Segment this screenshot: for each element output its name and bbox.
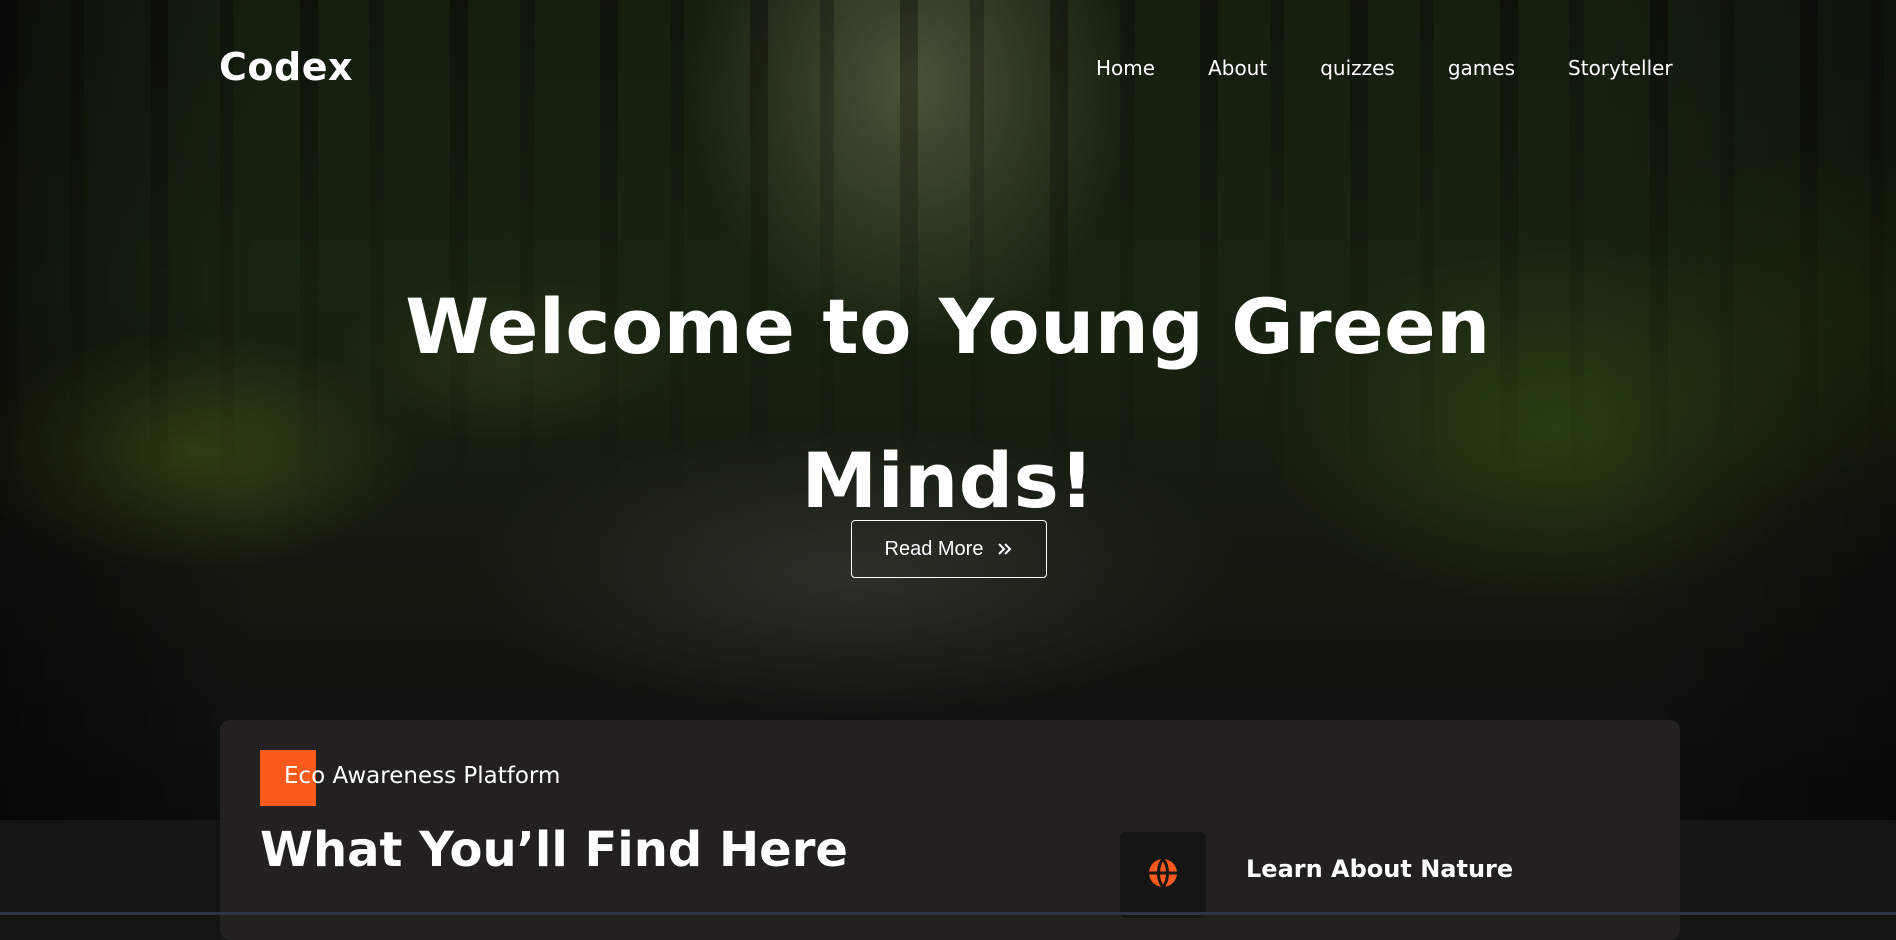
nav-about[interactable]: About	[1208, 56, 1267, 80]
section-title: What You’ll Find Here	[260, 822, 848, 878]
main-nav: Home About quizzes games Storyteller	[1096, 56, 1673, 80]
section-tag-label: Eco Awareness Platform	[284, 763, 561, 789]
section-tag: Eco Awareness Platform	[260, 750, 560, 806]
feature-icon-box	[1120, 832, 1206, 918]
hero-title: Welcome to Young Green Minds!	[405, 282, 1491, 525]
nav-quizzes[interactable]: quizzes	[1320, 56, 1395, 80]
site-logo[interactable]: Codex	[219, 45, 353, 89]
feature-item[interactable]: Learn About Nature	[1120, 832, 1513, 918]
nav-home[interactable]: Home	[1096, 56, 1155, 80]
feature-label: Learn About Nature	[1246, 855, 1514, 883]
nav-storyteller[interactable]: Storyteller	[1568, 56, 1673, 80]
features-card: Eco Awareness Platform What You’ll Find …	[220, 720, 1680, 940]
nav-games[interactable]: games	[1448, 56, 1515, 80]
read-more-button[interactable]: Read More	[851, 520, 1047, 578]
read-more-label: Read More	[884, 537, 984, 560]
double-chevron-right-icon	[997, 541, 1013, 557]
globe-icon	[1148, 858, 1178, 892]
